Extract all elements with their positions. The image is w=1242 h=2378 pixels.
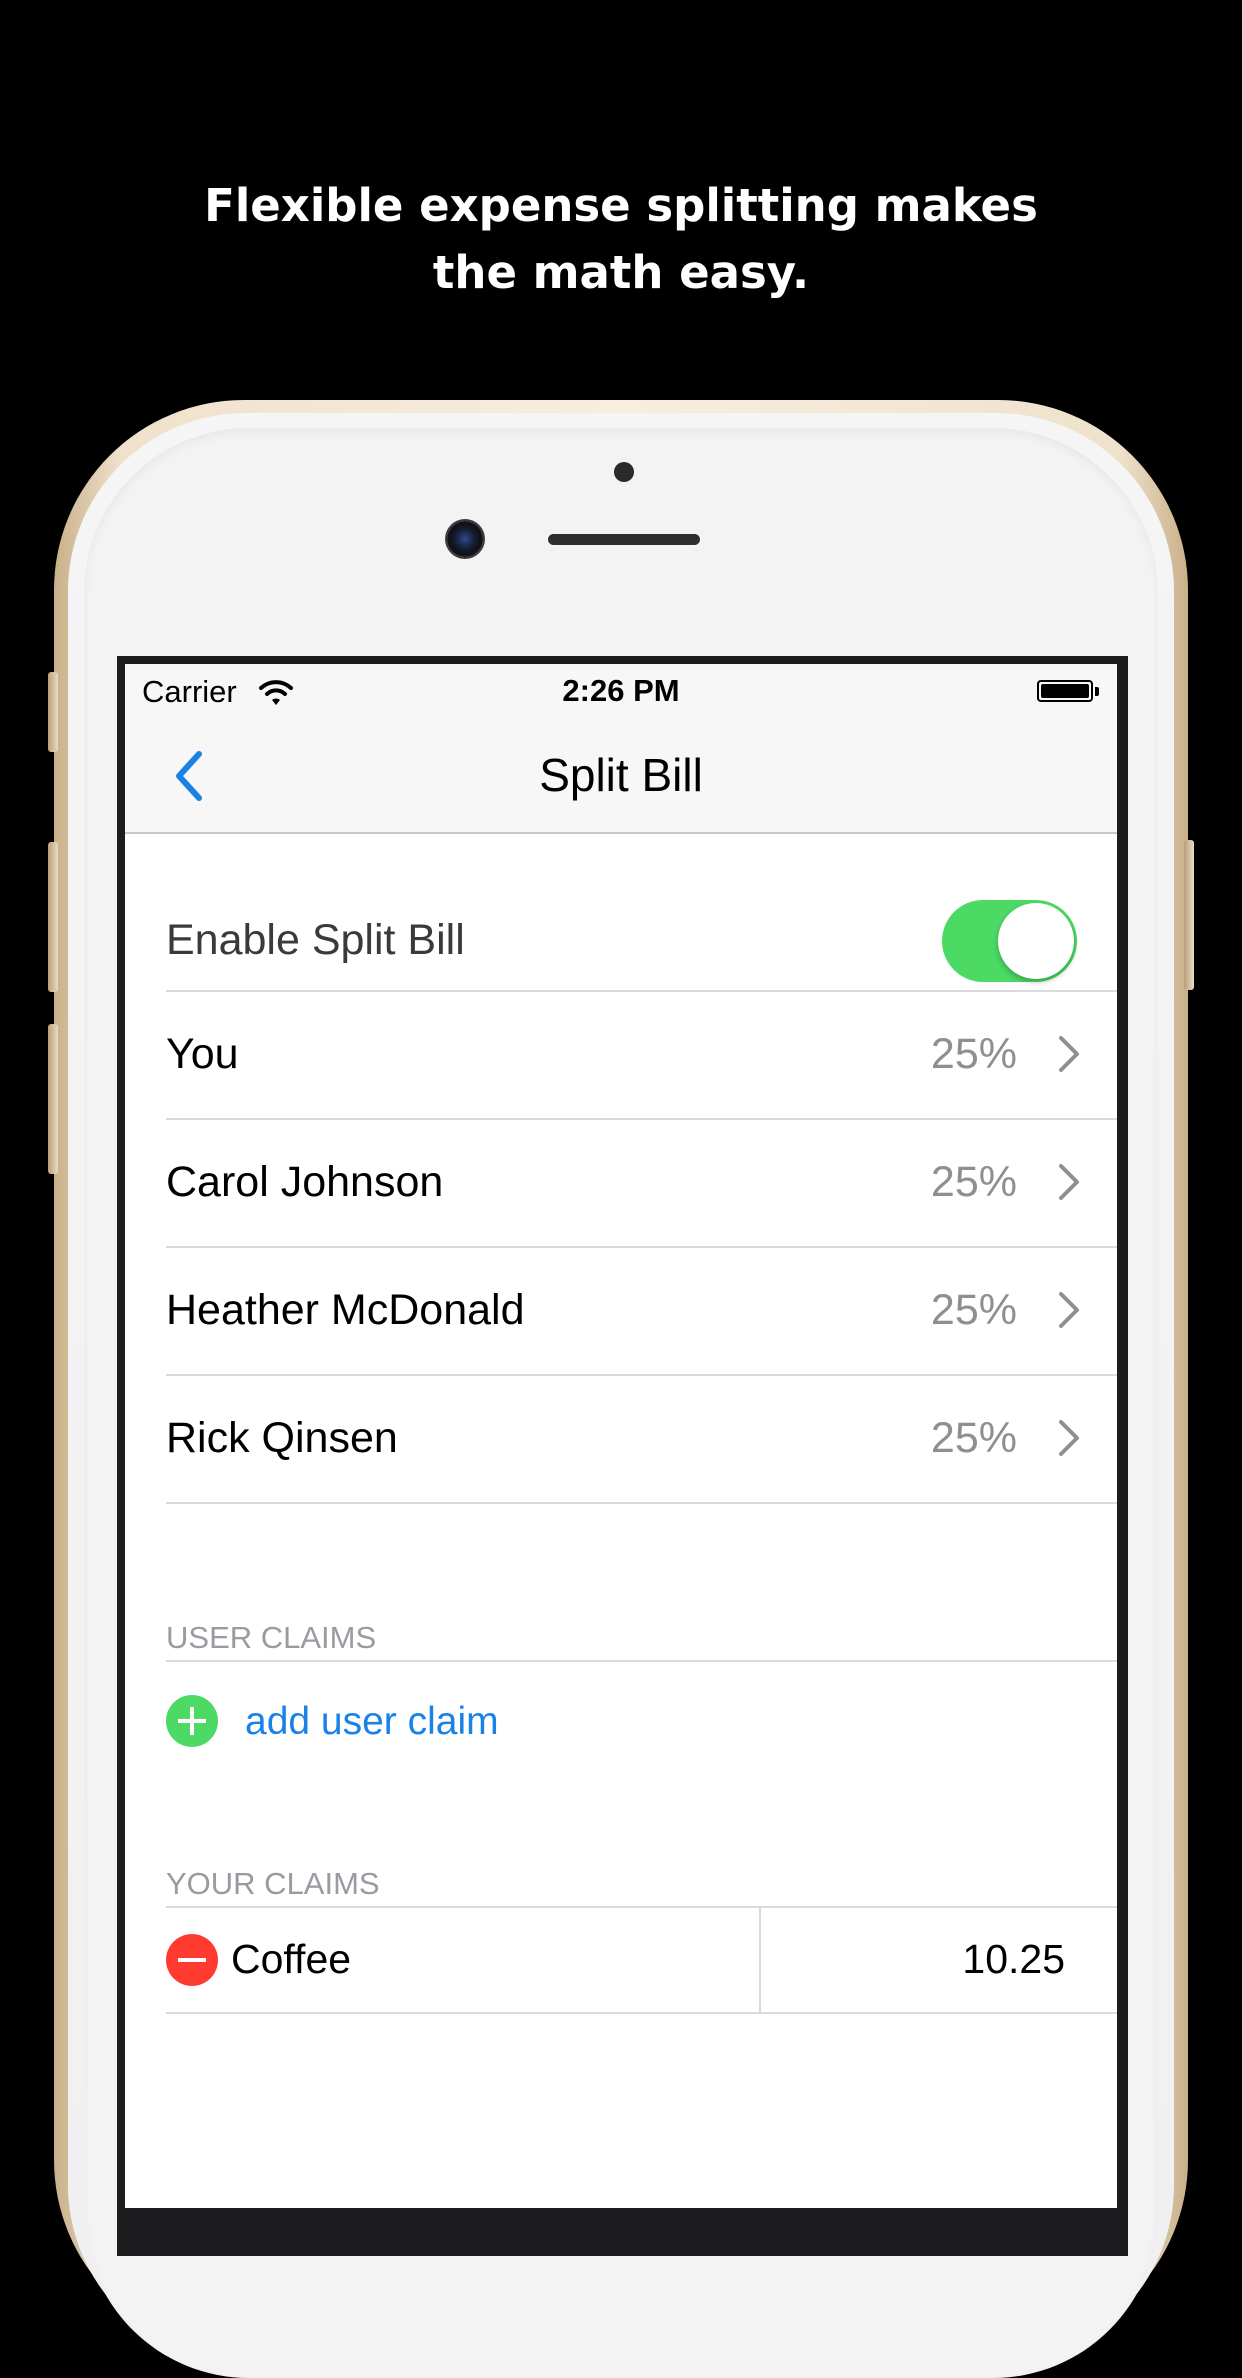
add-user-claim-label[interactable]: add user claim [245,1700,499,1744]
participant-name: Rick Qinsen [166,1414,398,1462]
chevron-right-icon [1059,1036,1079,1072]
claim-row-coffee: Coffee 10.25 [125,1908,1117,2012]
app-screen: Carrier 2:26 PM Split Bill Enable Split … [125,664,1117,2208]
promo-headline: Flexible expense splitting makes the mat… [0,172,1242,306]
enable-split-bill-row: Enable Split Bill [125,894,1117,990]
earpiece-speaker [548,534,700,545]
battery-tip [1095,687,1099,696]
split-bill-content: Enable Split Bill You 25% Carol Johnson … [125,834,1117,2208]
add-user-claim-row[interactable]: add user claim [125,1662,1117,1784]
row-divider [166,1502,1117,1504]
participant-row-rick-qinsen[interactable]: Rick Qinsen 25% [125,1376,1117,1502]
chevron-right-icon [1059,1164,1079,1200]
participant-share: 25% [930,1158,1017,1206]
status-time: 2:26 PM [562,673,680,708]
enable-split-bill-label: Enable Split Bill [166,916,465,964]
user-claims-header: USER CLAIMS [166,1620,377,1655]
chevron-right-icon [1059,1292,1079,1328]
row-divider [166,2012,1117,2014]
participant-row-you[interactable]: You 25% [125,992,1117,1118]
headline-line-1: Flexible expense splitting makes [204,179,1038,232]
chevron-right-icon [1059,1420,1079,1456]
participant-name: Heather McDonald [166,1286,525,1334]
remove-icon[interactable] [166,1934,218,1986]
enable-split-bill-toggle[interactable] [942,900,1077,982]
participant-share: 25% [930,1286,1017,1334]
participant-name: Carol Johnson [166,1158,444,1206]
volume-down-button [48,1024,58,1174]
page-title: Split Bill [539,749,703,801]
participant-share: 25% [930,1030,1017,1078]
add-icon[interactable] [166,1695,218,1747]
claim-column-divider [759,1908,761,2012]
participant-name: You [166,1030,239,1078]
volume-up-button [48,842,58,992]
front-camera-icon [447,521,483,557]
participant-row-carol-johnson[interactable]: Carol Johnson 25% [125,1120,1117,1246]
participant-row-heather-mcdonald[interactable]: Heather McDonald 25% [125,1248,1117,1374]
headline-line-2: the math easy. [432,246,810,299]
toggle-knob [998,903,1074,979]
claim-amount[interactable]: 10.25 [962,1936,1065,1983]
status-bar: Carrier 2:26 PM [125,664,1117,720]
your-claims-header: YOUR CLAIMS [166,1866,380,1901]
claim-name[interactable]: Coffee [231,1936,351,1983]
proximity-sensor [614,462,634,482]
power-button [1184,840,1194,990]
navigation-bar: Split Bill [125,720,1117,834]
battery-icon [1037,680,1093,702]
participant-share: 25% [930,1414,1017,1462]
mute-switch [48,672,58,752]
